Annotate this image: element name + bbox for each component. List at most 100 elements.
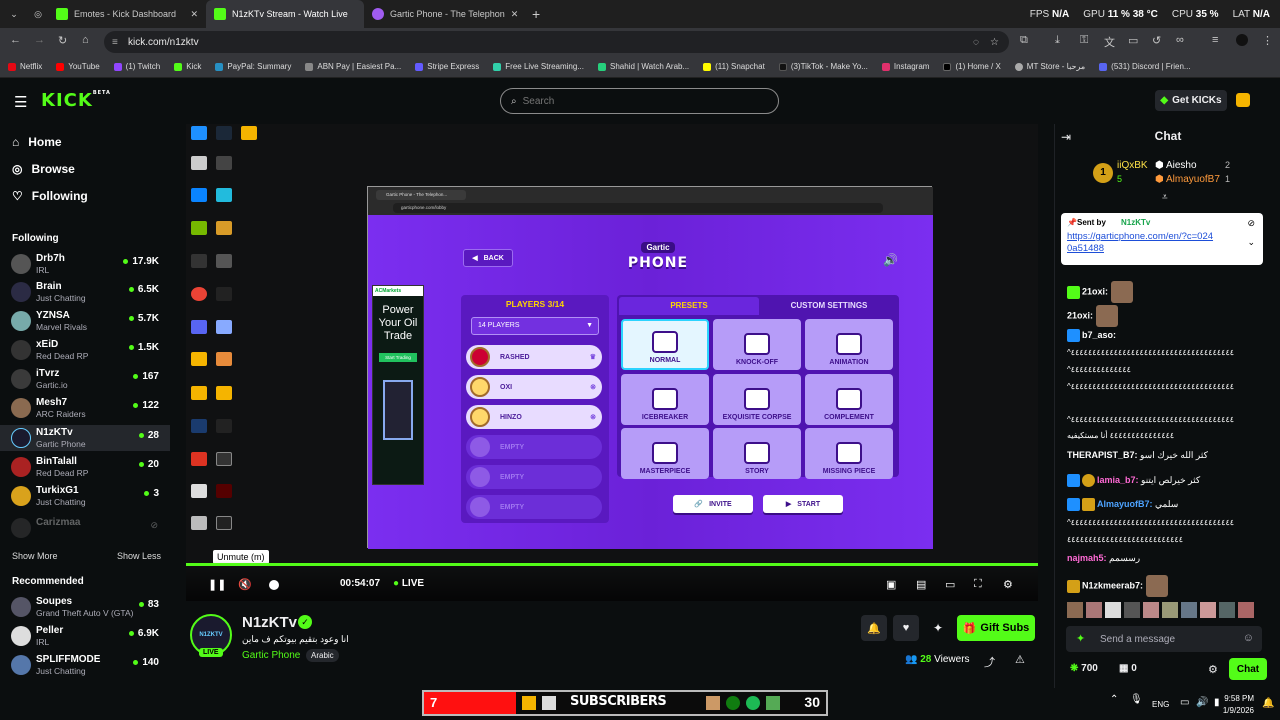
- bookmark-star-icon[interactable]: ☆: [990, 37, 999, 48]
- bookmark-youtube[interactable]: YouTube: [56, 62, 100, 71]
- following-channel[interactable]: Drb7h IRL 17.9K: [0, 251, 170, 277]
- volume-icon[interactable]: 🔊: [883, 253, 898, 267]
- key-icon[interactable]: ⚿: [1080, 34, 1088, 47]
- preset-complement[interactable]: COMPLEMENT: [805, 374, 893, 425]
- tab-emotes[interactable]: Emotes - Kick Dashboard ✕: [48, 0, 206, 28]
- recommended-channel[interactable]: Peller IRL 6.9K: [0, 623, 170, 649]
- tab-gartic[interactable]: Gartic Phone - The Telephon ✕: [364, 0, 522, 28]
- offline-channel[interactable]: Carizmaa ⊘: [0, 515, 170, 541]
- chat-input[interactable]: ✦ Send a message ☺: [1066, 626, 1262, 652]
- emote-image[interactable]: [1219, 602, 1235, 618]
- show-less-link[interactable]: Show Less: [117, 551, 161, 561]
- search-bar[interactable]: ⌕: [500, 88, 779, 114]
- players-select[interactable]: 14 PLAYERS ▼: [471, 317, 599, 335]
- hamburger-menu-icon[interactable]: ☰: [14, 93, 27, 111]
- bookmark-stripe[interactable]: Stripe Express: [415, 62, 479, 71]
- preset-icebreaker[interactable]: ICEBREAKER: [621, 374, 709, 425]
- translate-icon[interactable]: 文: [1104, 34, 1115, 50]
- more-vert-icon[interactable]: ⋮: [1262, 34, 1273, 47]
- following-channel-selected[interactable]: N1zKTv Gartic Phone 28: [0, 425, 170, 451]
- settings-gear-icon[interactable]: ⚙: [1003, 578, 1013, 591]
- tab-search-icon[interactable]: ⌄: [0, 9, 28, 20]
- progress-bar[interactable]: [186, 563, 1038, 566]
- sparkle-icon[interactable]: ✦: [925, 615, 951, 641]
- chat-settings-gear-icon[interactable]: ⚙: [1208, 663, 1218, 676]
- store-counter[interactable]: ▦ 0: [1119, 663, 1137, 674]
- emote-image[interactable]: [1124, 602, 1140, 618]
- following-channel[interactable]: Mesh7 ARC Raiders 122: [0, 395, 170, 421]
- emote-image[interactable]: [1162, 602, 1178, 618]
- emote-image[interactable]: [1105, 602, 1121, 618]
- wallet-icon[interactable]: ▭: [1128, 34, 1138, 47]
- show-more-link[interactable]: Show More: [12, 551, 58, 561]
- chevron-down-icon[interactable]: ⌄: [1247, 237, 1255, 248]
- bookmark-netflix[interactable]: Netflix: [8, 62, 42, 71]
- pip-icon[interactable]: ▭: [945, 578, 955, 591]
- pause-icon[interactable]: ❚❚: [208, 578, 226, 591]
- pinned-author[interactable]: N1zKTv: [1121, 218, 1150, 227]
- fullscreen-icon[interactable]: ⛶: [974, 578, 982, 591]
- report-icon[interactable]: ⚠: [1015, 653, 1025, 666]
- bookmark-mtstore[interactable]: MT Store - مرحبا: [1014, 62, 1085, 71]
- video-player[interactable]: Gartic Phone - The Telephon... garticpho…: [186, 124, 1038, 601]
- back-arrow-icon[interactable]: ←: [10, 34, 21, 46]
- kick-player-icon[interactable]: ⊗: [590, 413, 596, 421]
- preset-missing-piece[interactable]: MISSING PIECE: [805, 428, 893, 479]
- back-button[interactable]: ◀ BACK: [463, 249, 513, 267]
- following-channel[interactable]: Brain Just Chatting 6.5K: [0, 279, 170, 305]
- bookmark-tiktok[interactable]: (3)TikTok - Make Yo...: [778, 62, 868, 71]
- get-kicks-button[interactable]: ◆ Get KICKs: [1155, 90, 1227, 111]
- emote-image[interactable]: [1143, 602, 1159, 618]
- bookmark-paypal[interactable]: PayPal: Summary: [215, 62, 291, 71]
- kick-player-icon[interactable]: ⊗: [590, 383, 596, 391]
- leaderboard-user[interactable]: iiQxBK: [1117, 160, 1148, 171]
- recommended-channel[interactable]: Soupes Grand Theft Auto V (GTA) 83: [0, 594, 170, 620]
- nav-browse[interactable]: ◎ Browse: [12, 162, 75, 176]
- chevron-down-icon[interactable]: ⩡: [1162, 192, 1168, 203]
- muted-speaker-icon[interactable]: 🔇: [238, 578, 252, 591]
- stream-category-link[interactable]: Gartic Phone: [242, 650, 300, 661]
- preset-masterpiece[interactable]: MASTERPIECE: [621, 428, 709, 479]
- channel-points[interactable]: ❋ 700: [1070, 663, 1098, 674]
- address-bar[interactable]: ≡ kick.com/n1zktv ◌ ☆: [104, 31, 1009, 53]
- kick-logo[interactable]: KICKBETA: [41, 90, 111, 111]
- tab-stream[interactable]: N1zKTv Stream - Watch Live: [206, 0, 364, 28]
- profile-avatar[interactable]: [1236, 34, 1248, 46]
- preset-normal[interactable]: NORMAL: [621, 319, 709, 370]
- search-input[interactable]: [522, 95, 723, 107]
- new-tab-button[interactable]: +: [522, 6, 550, 22]
- emote-image[interactable]: [1238, 602, 1254, 618]
- gift-subs-button[interactable]: 🎁 Gift Subs: [957, 615, 1035, 641]
- download-icon[interactable]: ⤓: [1055, 34, 1060, 47]
- tab-group-icon[interactable]: ◎: [28, 9, 48, 20]
- start-button[interactable]: ▶ START: [763, 495, 843, 513]
- forward-arrow-icon[interactable]: →: [34, 34, 45, 46]
- link-icon[interactable]: ∞: [1176, 34, 1184, 46]
- bookmark-kick[interactable]: Kick: [174, 62, 201, 71]
- send-chat-button[interactable]: Chat: [1229, 658, 1267, 680]
- notification-bell-button[interactable]: 🔔: [861, 615, 887, 641]
- site-info-icon[interactable]: ≡: [112, 37, 118, 48]
- share-icon[interactable]: ⤴: [984, 654, 995, 670]
- bookmark-discord[interactable]: (531) Discord | Frien...: [1099, 62, 1191, 71]
- pinned-link[interactable]: https://garticphone.com/en/?c=0240a51488: [1067, 231, 1217, 255]
- bookmark-shahid[interactable]: Shahid | Watch Arab...: [597, 62, 689, 71]
- volume-slider-handle[interactable]: [269, 580, 279, 590]
- close-icon[interactable]: ✕: [511, 9, 519, 20]
- tab-presets[interactable]: PRESETS: [619, 297, 759, 315]
- streamer-name[interactable]: N1zKTv: [242, 614, 297, 631]
- preset-animation[interactable]: ANIMATION: [805, 319, 893, 370]
- emote-image[interactable]: [1067, 602, 1083, 618]
- clock-time[interactable]: 9:58 PM: [1220, 694, 1254, 703]
- theater-icon[interactable]: ▤: [916, 578, 926, 591]
- bookmark-twitch[interactable]: (1) Twitch: [113, 62, 160, 71]
- bookmark-streaming[interactable]: Free Live Streaming...: [493, 62, 584, 71]
- close-icon[interactable]: ✕: [190, 9, 198, 20]
- network-icon[interactable]: ▭: [1180, 697, 1189, 708]
- clock-date[interactable]: 1/9/2026: [1220, 706, 1254, 715]
- tray-chevron-up-icon[interactable]: ⌃: [1110, 694, 1118, 705]
- gift-icon[interactable]: [1236, 93, 1250, 107]
- bookmark-snapchat[interactable]: (11) Snapchat: [703, 62, 765, 71]
- clip-icon[interactable]: ▣: [886, 578, 896, 591]
- microphone-icon[interactable]: 🎙: [1130, 694, 1143, 705]
